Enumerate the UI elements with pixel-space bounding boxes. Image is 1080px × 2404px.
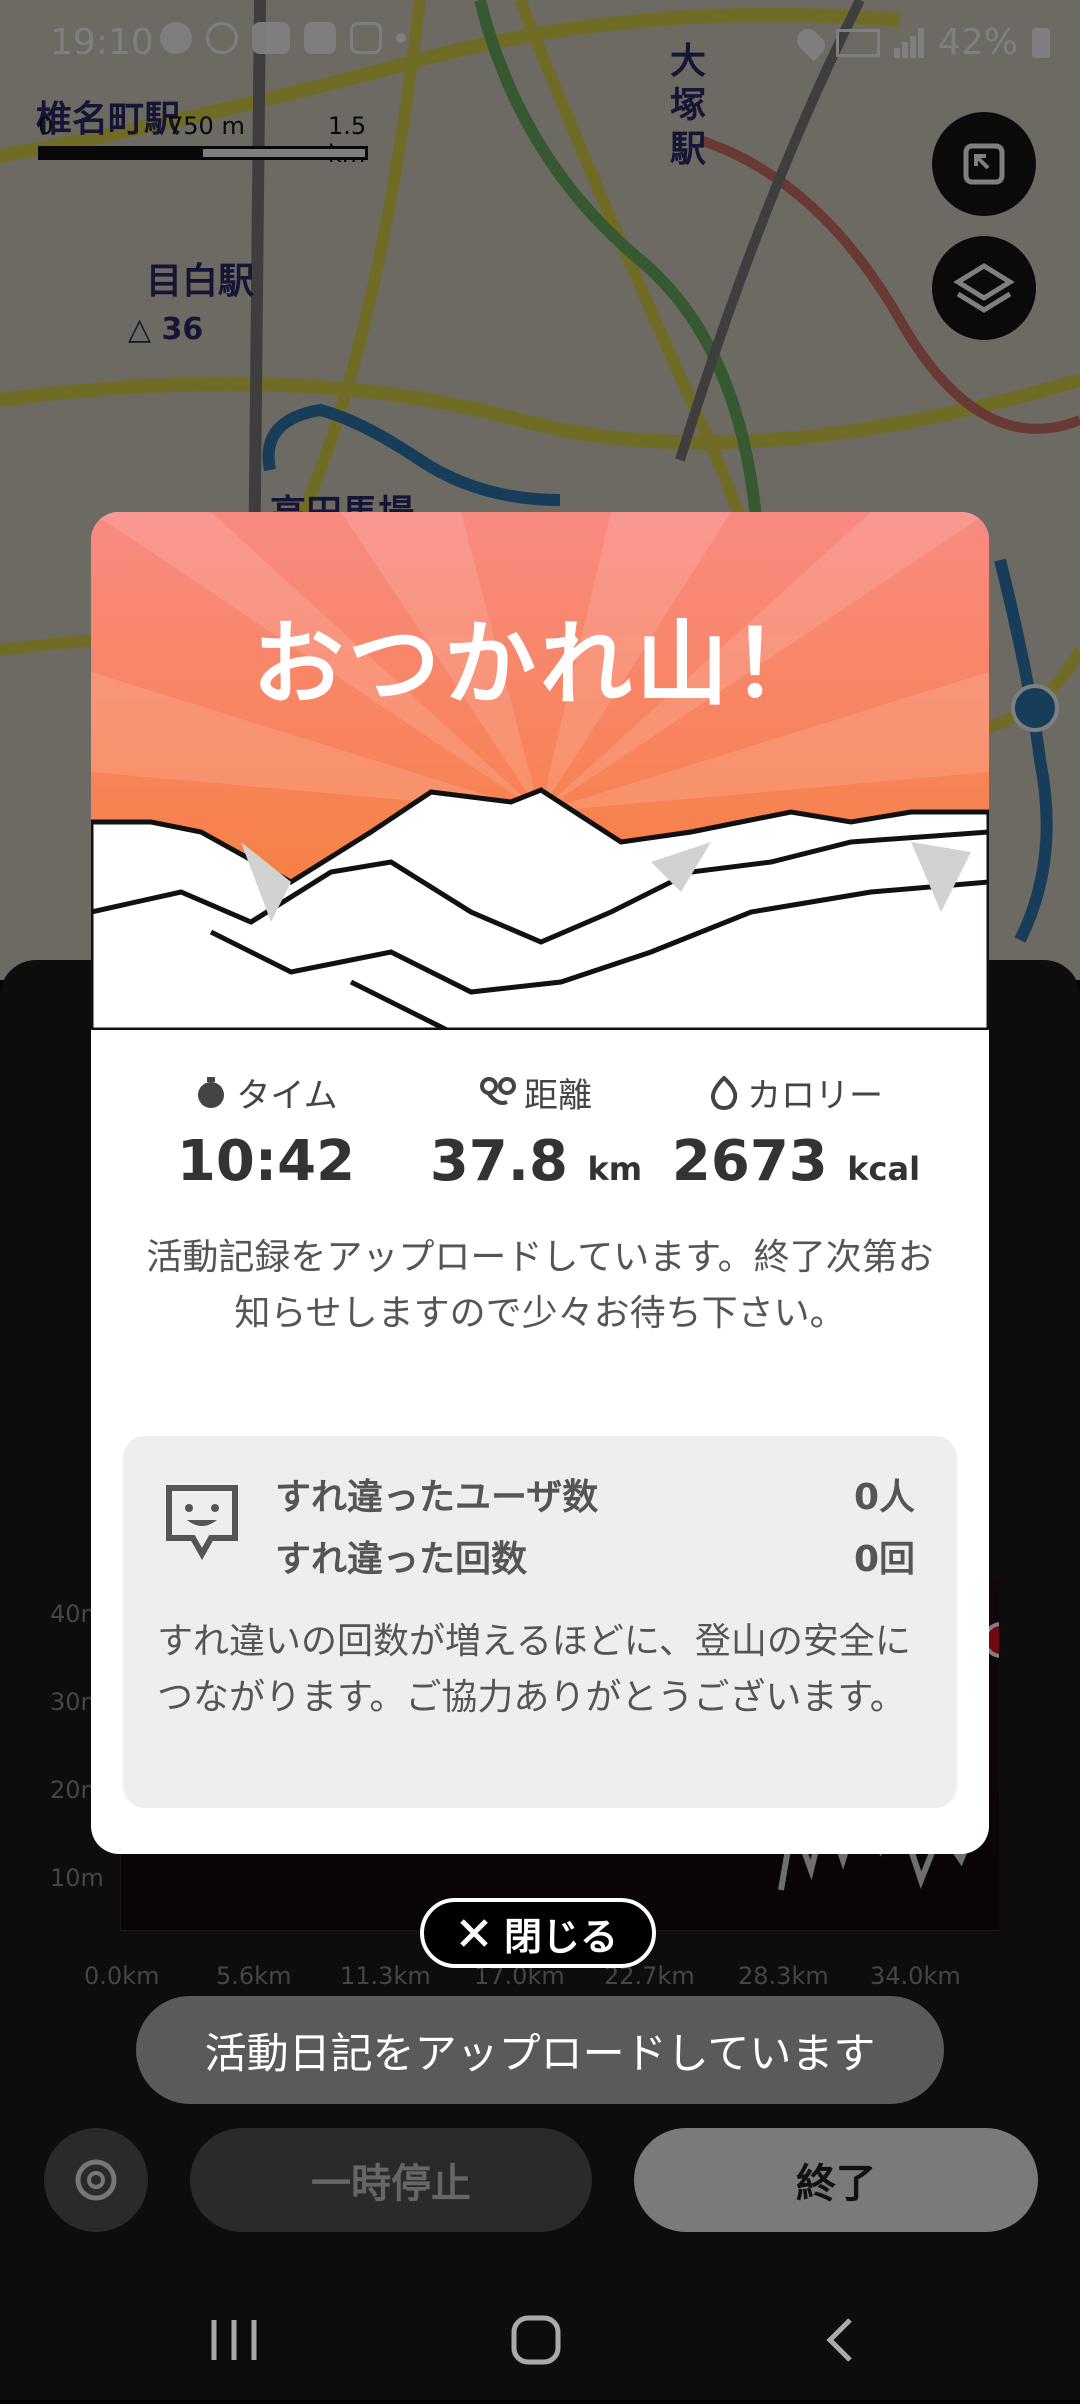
passed-users-row: すれ違ったユーザ数 0人 xyxy=(275,1468,915,1520)
stat-time: タイム 10:42 xyxy=(171,1068,361,1194)
passed-users-value: 0人 xyxy=(853,1477,915,1518)
settings-button[interactable] xyxy=(44,2128,148,2232)
stat-distance: 距離 37.8 km xyxy=(421,1068,651,1194)
stat-label-text: 距離 xyxy=(524,1076,592,1116)
passing-info-box: すれ違ったユーザ数 0人 すれ違った回数 0回 すれ違いの回数が増えるほどに、登… xyxy=(123,1436,957,1808)
flame-icon xyxy=(710,1075,738,1110)
pause-button[interactable]: 一時停止 xyxy=(190,2128,592,2232)
passing-face-icon xyxy=(166,1485,238,1560)
stat-unit: kcal xyxy=(847,1150,921,1188)
passed-count-value: 0回 xyxy=(853,1539,915,1580)
route-pin-icon xyxy=(480,1076,516,1105)
nav-icons xyxy=(211,2315,852,2365)
stat-label: タイム xyxy=(171,1068,361,1117)
stat-label-text: タイム xyxy=(236,1076,338,1116)
stat-calorie: カロリー 2673 kcal xyxy=(671,1068,921,1194)
stat-label: カロリー xyxy=(671,1068,921,1117)
passing-description: すれ違いの回数が増えるほどに、登山の安全につながります。ご協力ありがとうございま… xyxy=(157,1621,911,1718)
stopwatch-icon xyxy=(198,1076,225,1108)
stat-value: 10:42 xyxy=(171,1129,361,1194)
stat-value-number: 37.8 xyxy=(429,1129,569,1194)
passed-users-label: すれ違ったユーザ数 xyxy=(275,1477,599,1518)
completion-dialog: おつかれ山！ タイム 10:42 距離 37.8 km カロリー 2673 kc… xyxy=(91,512,989,1854)
stat-label: 距離 xyxy=(421,1068,651,1117)
stat-value-number: 10:42 xyxy=(176,1129,356,1194)
dialog-title: おつかれ山！ xyxy=(251,611,828,718)
stat-unit: km xyxy=(587,1150,643,1188)
close-icon xyxy=(460,1919,488,1947)
stat-label-text: カロリー xyxy=(747,1076,883,1116)
end-button[interactable]: 終了 xyxy=(634,2128,1038,2232)
upload-message: 活動記録をアップロードしています。終了次第お知らせしますので少々お待ち下さい。 xyxy=(146,1237,934,1334)
stat-value: 37.8 km xyxy=(421,1129,651,1194)
close-button[interactable]: 閉じる xyxy=(420,1898,656,1968)
system-nav-bar xyxy=(0,2280,1080,2400)
gear-icon xyxy=(75,2159,117,2201)
passed-count-row: すれ違った回数 0回 xyxy=(275,1530,915,1582)
stat-value-number: 2673 xyxy=(671,1129,828,1194)
passed-count-label: すれ違った回数 xyxy=(275,1539,528,1580)
stat-value: 2673 kcal xyxy=(671,1129,921,1194)
upload-toast: 活動日記をアップロードしています xyxy=(136,1996,944,2104)
close-button-label: 閉じる xyxy=(503,1914,618,1959)
